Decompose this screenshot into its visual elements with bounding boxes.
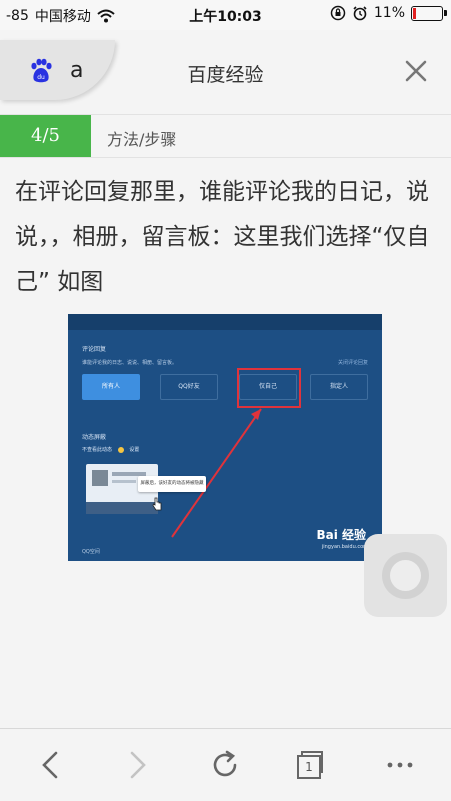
close-icon[interactable] xyxy=(403,58,429,84)
screenshot-footer: QQ空间 xyxy=(82,549,100,555)
step-screenshot-image[interactable]: 评论回复 谁能评论我的日志、说说、相册、留言板。 关闭评论回复 所有人 QQ好友… xyxy=(68,314,382,561)
cursor-hand-icon xyxy=(152,497,162,511)
screenshot-feed-desc: 不查看此动态 设置 xyxy=(82,446,140,453)
step-description: 在评论回复那里，谁能评论我的日记，说说，，相册，留言板：这里我们选择“仅自己” … xyxy=(15,179,430,295)
alarm-icon xyxy=(353,6,367,21)
assistive-touch-button[interactable] xyxy=(364,534,447,617)
screenshot-feed-section-title: 动态屏蔽 xyxy=(82,434,107,441)
baidu-watermark: Bai 经验 xyxy=(316,528,366,542)
forward-arrow-icon[interactable] xyxy=(121,749,153,781)
browser-toolbar: 1 xyxy=(0,728,451,801)
more-menu-icon[interactable] xyxy=(384,749,416,781)
refresh-icon[interactable] xyxy=(209,749,241,781)
step-counter-badge: 4/5 xyxy=(0,115,91,157)
step-section-label: 方法/步骤 xyxy=(107,130,177,149)
assistive-touch-core xyxy=(390,560,421,591)
battery-icon xyxy=(411,5,447,21)
tab-count: 1 xyxy=(297,755,321,779)
screenshot-tooltip: 屏蔽后，该好友的动态将被隐藏 xyxy=(138,476,206,492)
step-bar: 4/5 方法/步骤 xyxy=(0,114,451,158)
page-title: 百度经验 xyxy=(187,64,264,86)
annotation-arrow xyxy=(171,408,262,538)
status-bar: -85 中国移动 上午10:03 11% xyxy=(0,0,451,30)
battery-percent: 11% xyxy=(373,5,405,21)
watermark-url: jingyan.baidu.com xyxy=(321,544,368,550)
orientation-lock-icon xyxy=(330,5,346,21)
back-arrow-icon[interactable] xyxy=(35,749,67,781)
tabs-button[interactable]: 1 xyxy=(295,749,327,781)
